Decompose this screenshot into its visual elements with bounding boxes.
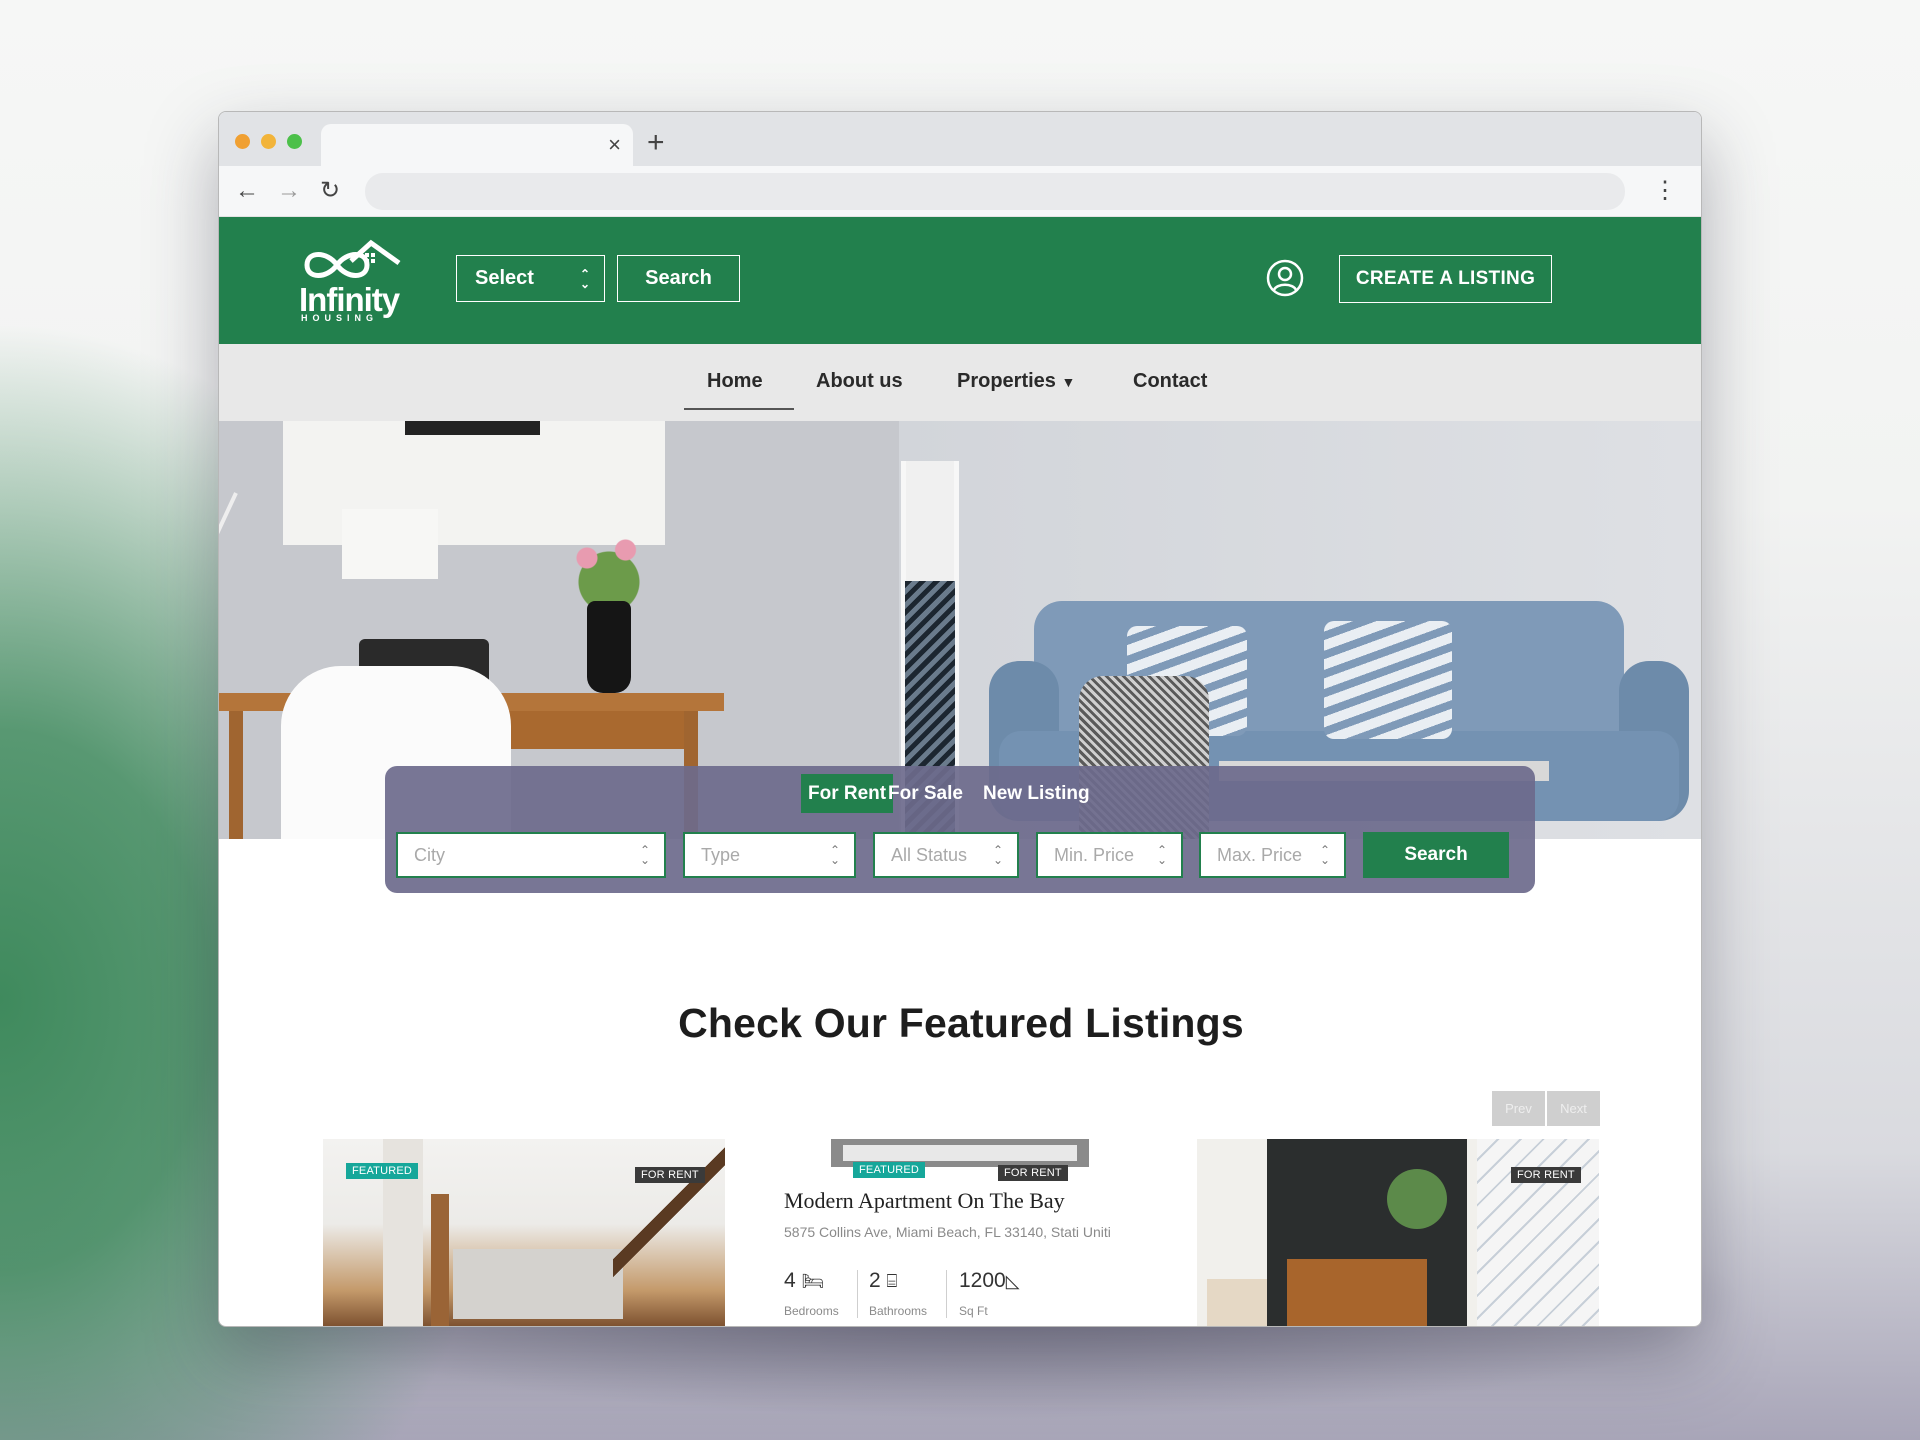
- type-select-label: Type: [701, 844, 741, 865]
- featured-badge: FEATURED: [853, 1162, 926, 1178]
- status-select[interactable]: All Status ⌃ ⌄: [873, 832, 1019, 878]
- lamp: [342, 509, 438, 579]
- main-nav: Home About us Properties ▼ Contact: [219, 344, 1701, 421]
- back-icon[interactable]: ←: [235, 176, 259, 206]
- nav-active-indicator: [684, 408, 794, 410]
- header-search-button[interactable]: Search: [617, 255, 740, 302]
- header-select-label: Select: [475, 267, 534, 289]
- vase: [587, 601, 631, 693]
- select-chevron-icon: ⌃ ⌄: [829, 843, 840, 867]
- sqft-count: 1200◺: [959, 1269, 1020, 1293]
- reload-icon[interactable]: ↻: [320, 176, 340, 206]
- tab-for-rent[interactable]: For Rent: [801, 774, 894, 813]
- property-search-panel: For Rent For Sale New Listing City ⌃ ⌄ Ty…: [385, 766, 1535, 893]
- site-header: Infinity HOUSING Select ⌃ ⌄ Search CREATE…: [219, 217, 1701, 344]
- select-chevron-icon: ⌃ ⌄: [992, 843, 1003, 867]
- header-select[interactable]: Select ⌃ ⌄: [456, 255, 605, 302]
- for-rent-badge: FOR RENT: [635, 1167, 705, 1183]
- bathrooms-count: 2 ⌸: [869, 1269, 897, 1293]
- type-select[interactable]: Type ⌃ ⌄: [683, 832, 856, 878]
- next-button[interactable]: Next: [1547, 1091, 1600, 1126]
- close-window-dot[interactable]: [235, 134, 250, 149]
- window-controls: [235, 134, 302, 149]
- bathtub-icon: ⌸: [886, 1271, 898, 1291]
- sqft-value: 1200: [959, 1269, 1006, 1292]
- tab-close-icon[interactable]: ×: [608, 132, 621, 158]
- min-price-label: Min. Price: [1054, 844, 1135, 865]
- select-chevron-icon: ⌃ ⌄: [639, 843, 650, 867]
- sqft-label: Sq Ft: [959, 1304, 988, 1318]
- pillow: [1324, 621, 1452, 739]
- featured-badge: FEATURED: [346, 1163, 419, 1179]
- min-price-select[interactable]: Min. Price ⌃ ⌄: [1036, 832, 1183, 878]
- listing-title[interactable]: Modern Apartment On The Bay: [784, 1188, 1065, 1214]
- browser-tabbar: × +: [219, 112, 1701, 167]
- nav-properties-label: Properties: [957, 370, 1056, 392]
- address-bar[interactable]: [365, 173, 1625, 210]
- featured-title: Check Our Featured Listings: [678, 1000, 1244, 1046]
- maximize-window-dot[interactable]: [287, 134, 302, 149]
- listing-card-image[interactable]: FEATURED FOR RENT: [323, 1139, 725, 1326]
- tab-for-sale[interactable]: For Sale: [881, 774, 970, 813]
- create-listing-button[interactable]: CREATE A LISTING: [1339, 255, 1552, 303]
- city-select-label: City: [414, 844, 445, 865]
- bedrooms-label: Bedrooms: [784, 1304, 839, 1318]
- listing-card-image[interactable]: FOR RENT: [1197, 1139, 1599, 1326]
- max-price-label: Max. Price: [1217, 844, 1303, 865]
- browser-tab[interactable]: ×: [321, 124, 633, 167]
- listing-address: 5875 Collins Ave, Miami Beach, FL 33140,…: [784, 1224, 1111, 1240]
- select-chevron-icon: ⌃ ⌄: [1156, 843, 1167, 867]
- new-tab-icon[interactable]: +: [647, 128, 665, 158]
- area-ruler-icon: ◺: [1005, 1271, 1020, 1291]
- bed-icon: 🛏︎: [801, 1271, 825, 1291]
- flowers: [554, 526, 664, 606]
- logo[interactable]: Infinity HOUSING: [299, 237, 409, 327]
- caret-down-icon: ▼: [1061, 374, 1076, 390]
- nav-properties[interactable]: Properties ▼: [957, 370, 1075, 393]
- property-search-button[interactable]: Search: [1363, 832, 1509, 878]
- browser-menu-icon[interactable]: ⋮: [1653, 176, 1677, 206]
- max-price-select[interactable]: Max. Price ⌃ ⌄: [1199, 832, 1346, 878]
- infinity-house-icon: [304, 239, 401, 278]
- bathrooms-label: Bathrooms: [869, 1304, 928, 1318]
- logo-subtext: HOUSING: [301, 313, 379, 323]
- nav-contact[interactable]: Contact: [1133, 370, 1207, 393]
- bedrooms-value: 4: [784, 1269, 796, 1292]
- prev-button[interactable]: Prev: [1492, 1091, 1545, 1126]
- minimize-window-dot[interactable]: [261, 134, 276, 149]
- nav-home[interactable]: Home: [707, 370, 763, 393]
- forward-icon[interactable]: →: [277, 176, 301, 206]
- status-select-label: All Status: [891, 844, 968, 865]
- select-chevron-icon: ⌃ ⌄: [579, 266, 590, 291]
- user-account-icon[interactable]: [1266, 259, 1304, 297]
- browser-window: × + ← → ↻ ⋮ Infinity HOUSING Select ⌃ ⌄ S…: [218, 111, 1702, 1327]
- city-select[interactable]: City ⌃ ⌄: [396, 832, 666, 878]
- for-rent-badge: FOR RENT: [1511, 1167, 1581, 1183]
- tab-new-listing[interactable]: New Listing: [976, 774, 1097, 813]
- nav-about-us[interactable]: About us: [816, 370, 903, 393]
- bathrooms-value: 2: [869, 1269, 881, 1292]
- for-rent-badge: FOR RENT: [998, 1165, 1068, 1181]
- bedrooms-count: 4 🛏︎: [784, 1269, 824, 1293]
- select-chevron-icon: ⌃ ⌄: [1319, 843, 1330, 867]
- browser-toolbar: ← → ↻ ⋮: [219, 166, 1701, 217]
